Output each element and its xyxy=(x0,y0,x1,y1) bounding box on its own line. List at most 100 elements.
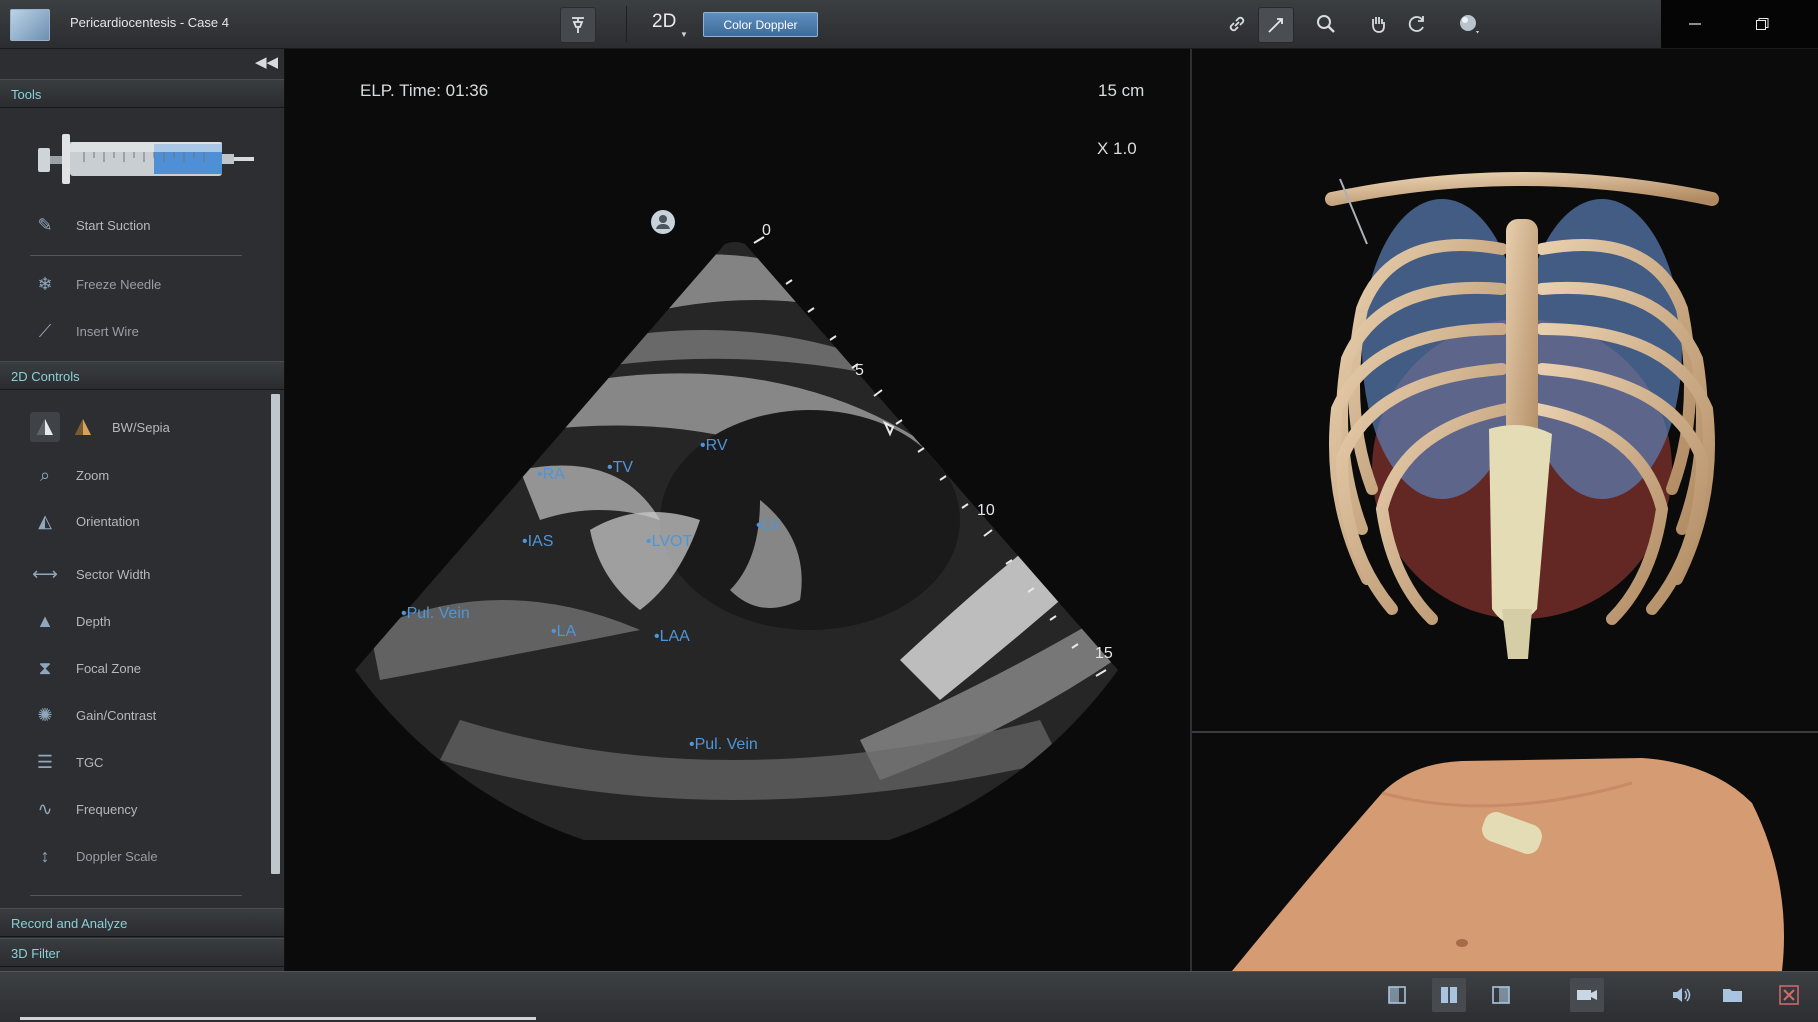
patient-view[interactable] xyxy=(1192,733,1818,971)
tool-start-suction[interactable]: ✎ Start Suction xyxy=(30,207,150,243)
app-logo-icon xyxy=(10,9,50,41)
gain-contrast-icon: ✺ xyxy=(37,704,53,725)
link-button[interactable] xyxy=(1220,7,1254,41)
link-icon xyxy=(1229,16,1245,32)
patient-torso-model xyxy=(1232,758,1784,971)
tool-divider xyxy=(30,255,242,256)
sepia-triangle-icon xyxy=(75,419,91,435)
label-ias: •IAS xyxy=(522,533,554,550)
label-pul-vein-bottom: •Pul. Vein xyxy=(689,736,758,753)
tgc-icon: ☰ xyxy=(36,751,54,772)
layout-left-icon xyxy=(1388,986,1406,1004)
tool-insert-wire[interactable]: ⟋ Insert Wire xyxy=(30,313,139,349)
zoom-icon: ⌕ xyxy=(39,464,51,485)
needle-link-button[interactable] xyxy=(1258,7,1294,43)
snowflake-icon: ❄ xyxy=(37,273,53,294)
minimize-icon xyxy=(1689,23,1701,25)
label-lvot: •LVOT xyxy=(646,533,693,550)
close-icon xyxy=(1779,985,1799,1005)
zoom-readout: X 1.0 xyxy=(1097,139,1137,158)
pan-button[interactable] xyxy=(1361,7,1395,41)
open-folder-button[interactable] xyxy=(1716,978,1750,1012)
tool-label: Freeze Needle xyxy=(76,276,162,292)
tool-freeze-needle[interactable]: ❄ Freeze Needle xyxy=(30,266,161,302)
tool-label: Insert Wire xyxy=(76,323,139,339)
depth-tick-10: 10 xyxy=(977,502,995,519)
label-pul-vein-left: •Pul. Vein xyxy=(401,605,470,622)
control-label: Sector Width xyxy=(76,566,151,582)
bw-icon xyxy=(30,412,60,442)
layout-split-button[interactable] xyxy=(1432,978,1466,1012)
hand-icon xyxy=(1372,17,1385,33)
mode-2d-button[interactable]: 2D xyxy=(652,11,676,33)
elapsed-time: ELP. Time: 01:36 xyxy=(360,81,489,100)
control-zoom[interactable]: ⌕ Zoom xyxy=(30,457,109,493)
section-3d-filter[interactable]: 3D Filter xyxy=(0,938,284,967)
section-record-analyze[interactable]: Record and Analyze xyxy=(0,908,284,937)
depth-readout: 15 cm xyxy=(1098,81,1145,100)
control-label: TGC xyxy=(76,754,104,770)
control-orientation[interactable]: ◭ Orientation xyxy=(30,503,140,539)
controls-scrollbar[interactable] xyxy=(271,394,280,874)
controls-divider xyxy=(30,895,242,896)
minimize-button[interactable] xyxy=(1661,0,1729,48)
control-sector-width[interactable]: ⟷ Sector Width xyxy=(30,556,150,592)
toolbar-separator xyxy=(626,6,627,42)
control-focal-zone[interactable]: ⧗ Focal Zone xyxy=(30,650,141,686)
view-sphere-button[interactable] xyxy=(1452,7,1486,41)
control-label: Frequency xyxy=(76,801,138,817)
section-2d-controls[interactable]: 2D Controls xyxy=(0,361,284,390)
sphere-icon xyxy=(1460,15,1479,34)
label-la: •LA xyxy=(551,623,577,640)
control-label: BW/Sepia xyxy=(112,419,170,435)
close-case-button[interactable] xyxy=(1772,978,1806,1012)
depth-icon: ▲ xyxy=(36,610,54,631)
depth-tick-5: 5 xyxy=(855,362,864,379)
label-laa: •LAA xyxy=(654,628,690,645)
control-gain-contrast[interactable]: ✺ Gain/Contrast xyxy=(30,697,156,733)
video-camera-icon xyxy=(1577,990,1597,1000)
control-label: Orientation xyxy=(76,513,140,529)
control-label: Doppler Scale xyxy=(76,848,158,864)
magnify-button[interactable] xyxy=(1309,7,1343,41)
control-depth[interactable]: ▲ Depth xyxy=(30,603,111,639)
sound-button[interactable] xyxy=(1664,978,1698,1012)
control-label: Focal Zone xyxy=(76,660,142,676)
chevron-down-icon: ▼ xyxy=(680,30,688,39)
speaker-icon xyxy=(1673,988,1691,1002)
pin-icon xyxy=(572,17,584,33)
rotate-icon xyxy=(1408,16,1424,32)
restore-button[interactable] xyxy=(1728,0,1796,48)
sepia-icon xyxy=(68,412,98,442)
depth-tick-0: 0 xyxy=(762,222,771,239)
title-bar xyxy=(0,0,1818,49)
control-frequency[interactable]: ∿ Frequency xyxy=(30,791,137,827)
label-tv: •TV xyxy=(607,459,634,476)
control-label: Depth xyxy=(76,613,111,629)
bw-triangle-icon xyxy=(37,419,53,435)
app-title: Pericardiocentesis - Case 4 xyxy=(70,15,229,30)
pin-button[interactable] xyxy=(560,7,596,43)
control-label: Gain/Contrast xyxy=(76,707,157,723)
anatomy-3d-view[interactable] xyxy=(1192,49,1818,731)
record-video-button[interactable] xyxy=(1570,978,1604,1012)
color-doppler-button[interactable]: Color Doppler xyxy=(703,12,818,37)
layout-single-button[interactable] xyxy=(1380,978,1414,1012)
control-label: Zoom xyxy=(76,467,110,483)
label-ra: •RA xyxy=(537,466,565,483)
collapse-panel-icon[interactable]: ◀◀ xyxy=(255,53,278,71)
magnify-icon xyxy=(1317,15,1335,33)
progress-line xyxy=(20,1017,536,1020)
control-doppler-scale[interactable]: ↕ Doppler Scale xyxy=(30,838,158,874)
tool-label: Start Suction xyxy=(76,217,151,233)
syringe-icon[interactable] xyxy=(34,128,256,190)
control-tgc[interactable]: ☰ TGC xyxy=(30,744,104,780)
label-lv: •LV xyxy=(756,517,780,534)
layout-split-icon xyxy=(1441,987,1457,1003)
section-tools[interactable]: Tools xyxy=(0,79,284,108)
focal-zone-icon: ⧗ xyxy=(38,657,52,678)
folder-icon xyxy=(1723,989,1742,1002)
rotate-button[interactable] xyxy=(1400,7,1434,41)
layout-right-button[interactable] xyxy=(1484,978,1518,1012)
control-bw-sepia[interactable]: BW/Sepia xyxy=(30,409,170,445)
